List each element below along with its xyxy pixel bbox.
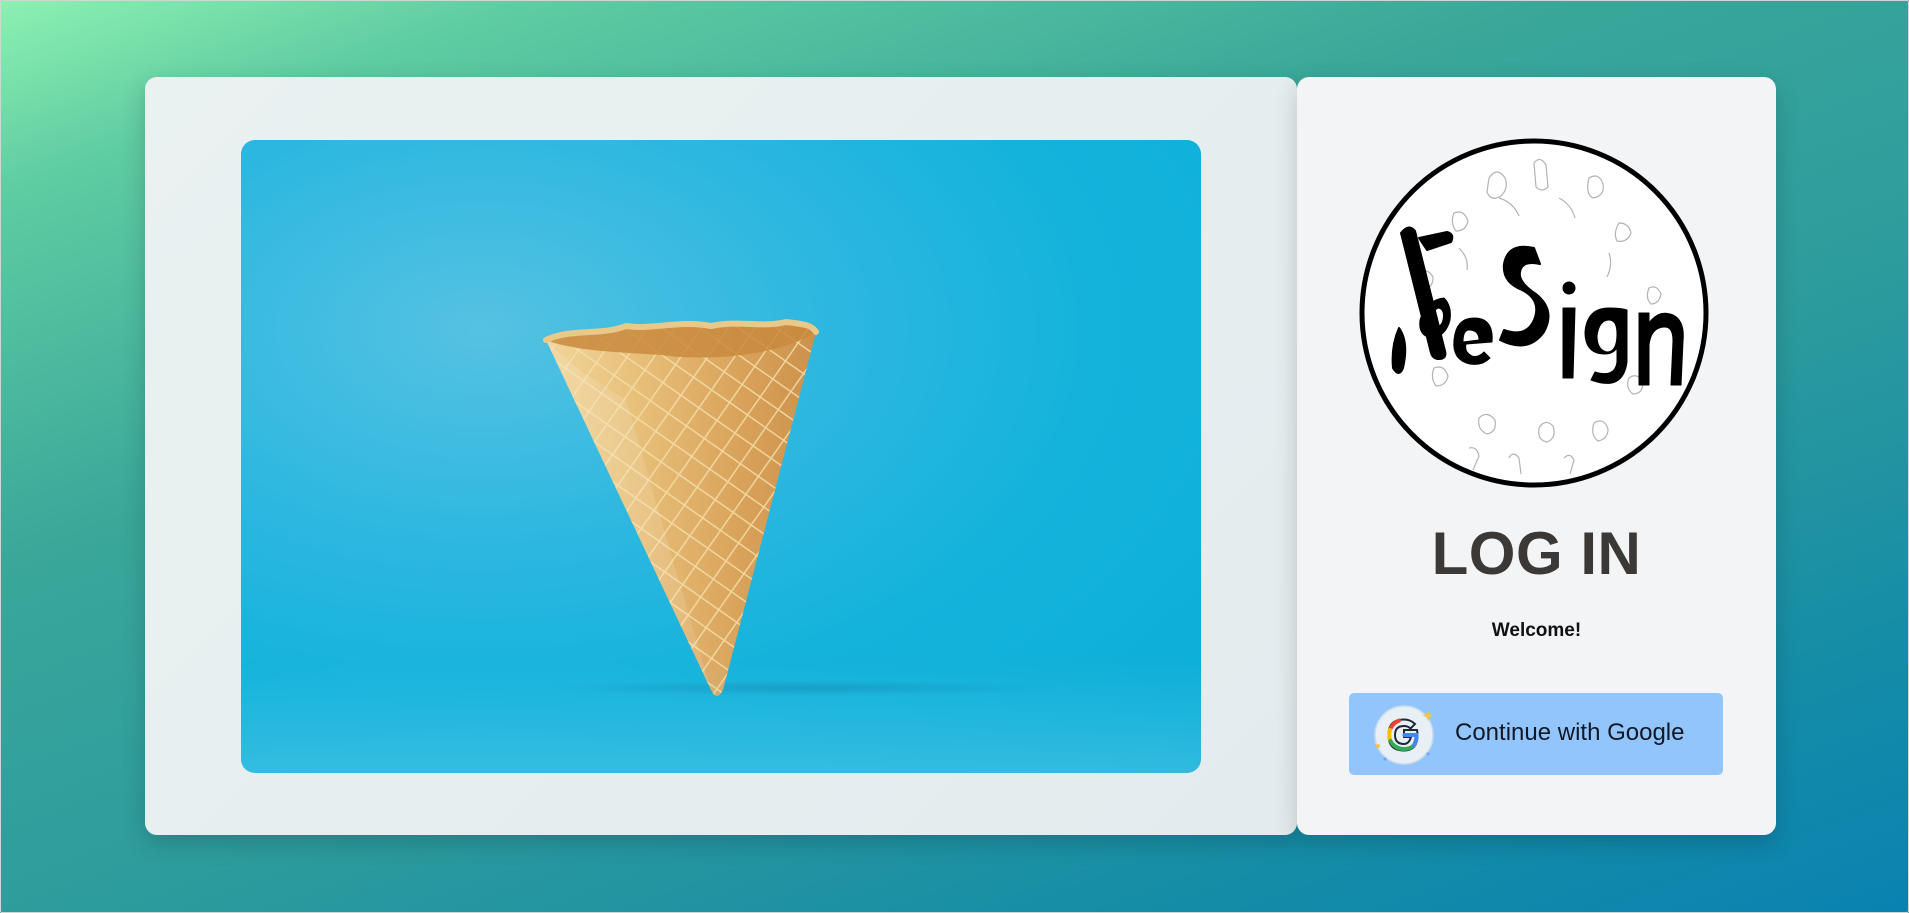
hero-card [145,77,1297,835]
esign-logo [1359,138,1709,488]
ice-cream-cone-illustration [541,318,1061,696]
google-g-icon [1374,705,1434,765]
login-card: LOG IN Welcome! Continue with Google [1297,77,1776,835]
google-button-label: Continue with Google [1455,719,1685,746]
welcome-text: Welcome! [1491,620,1582,641]
login-title: LOG IN [1431,520,1642,587]
hero-image [241,140,1201,773]
continue-with-google-button[interactable]: Continue with Google [1349,693,1723,775]
